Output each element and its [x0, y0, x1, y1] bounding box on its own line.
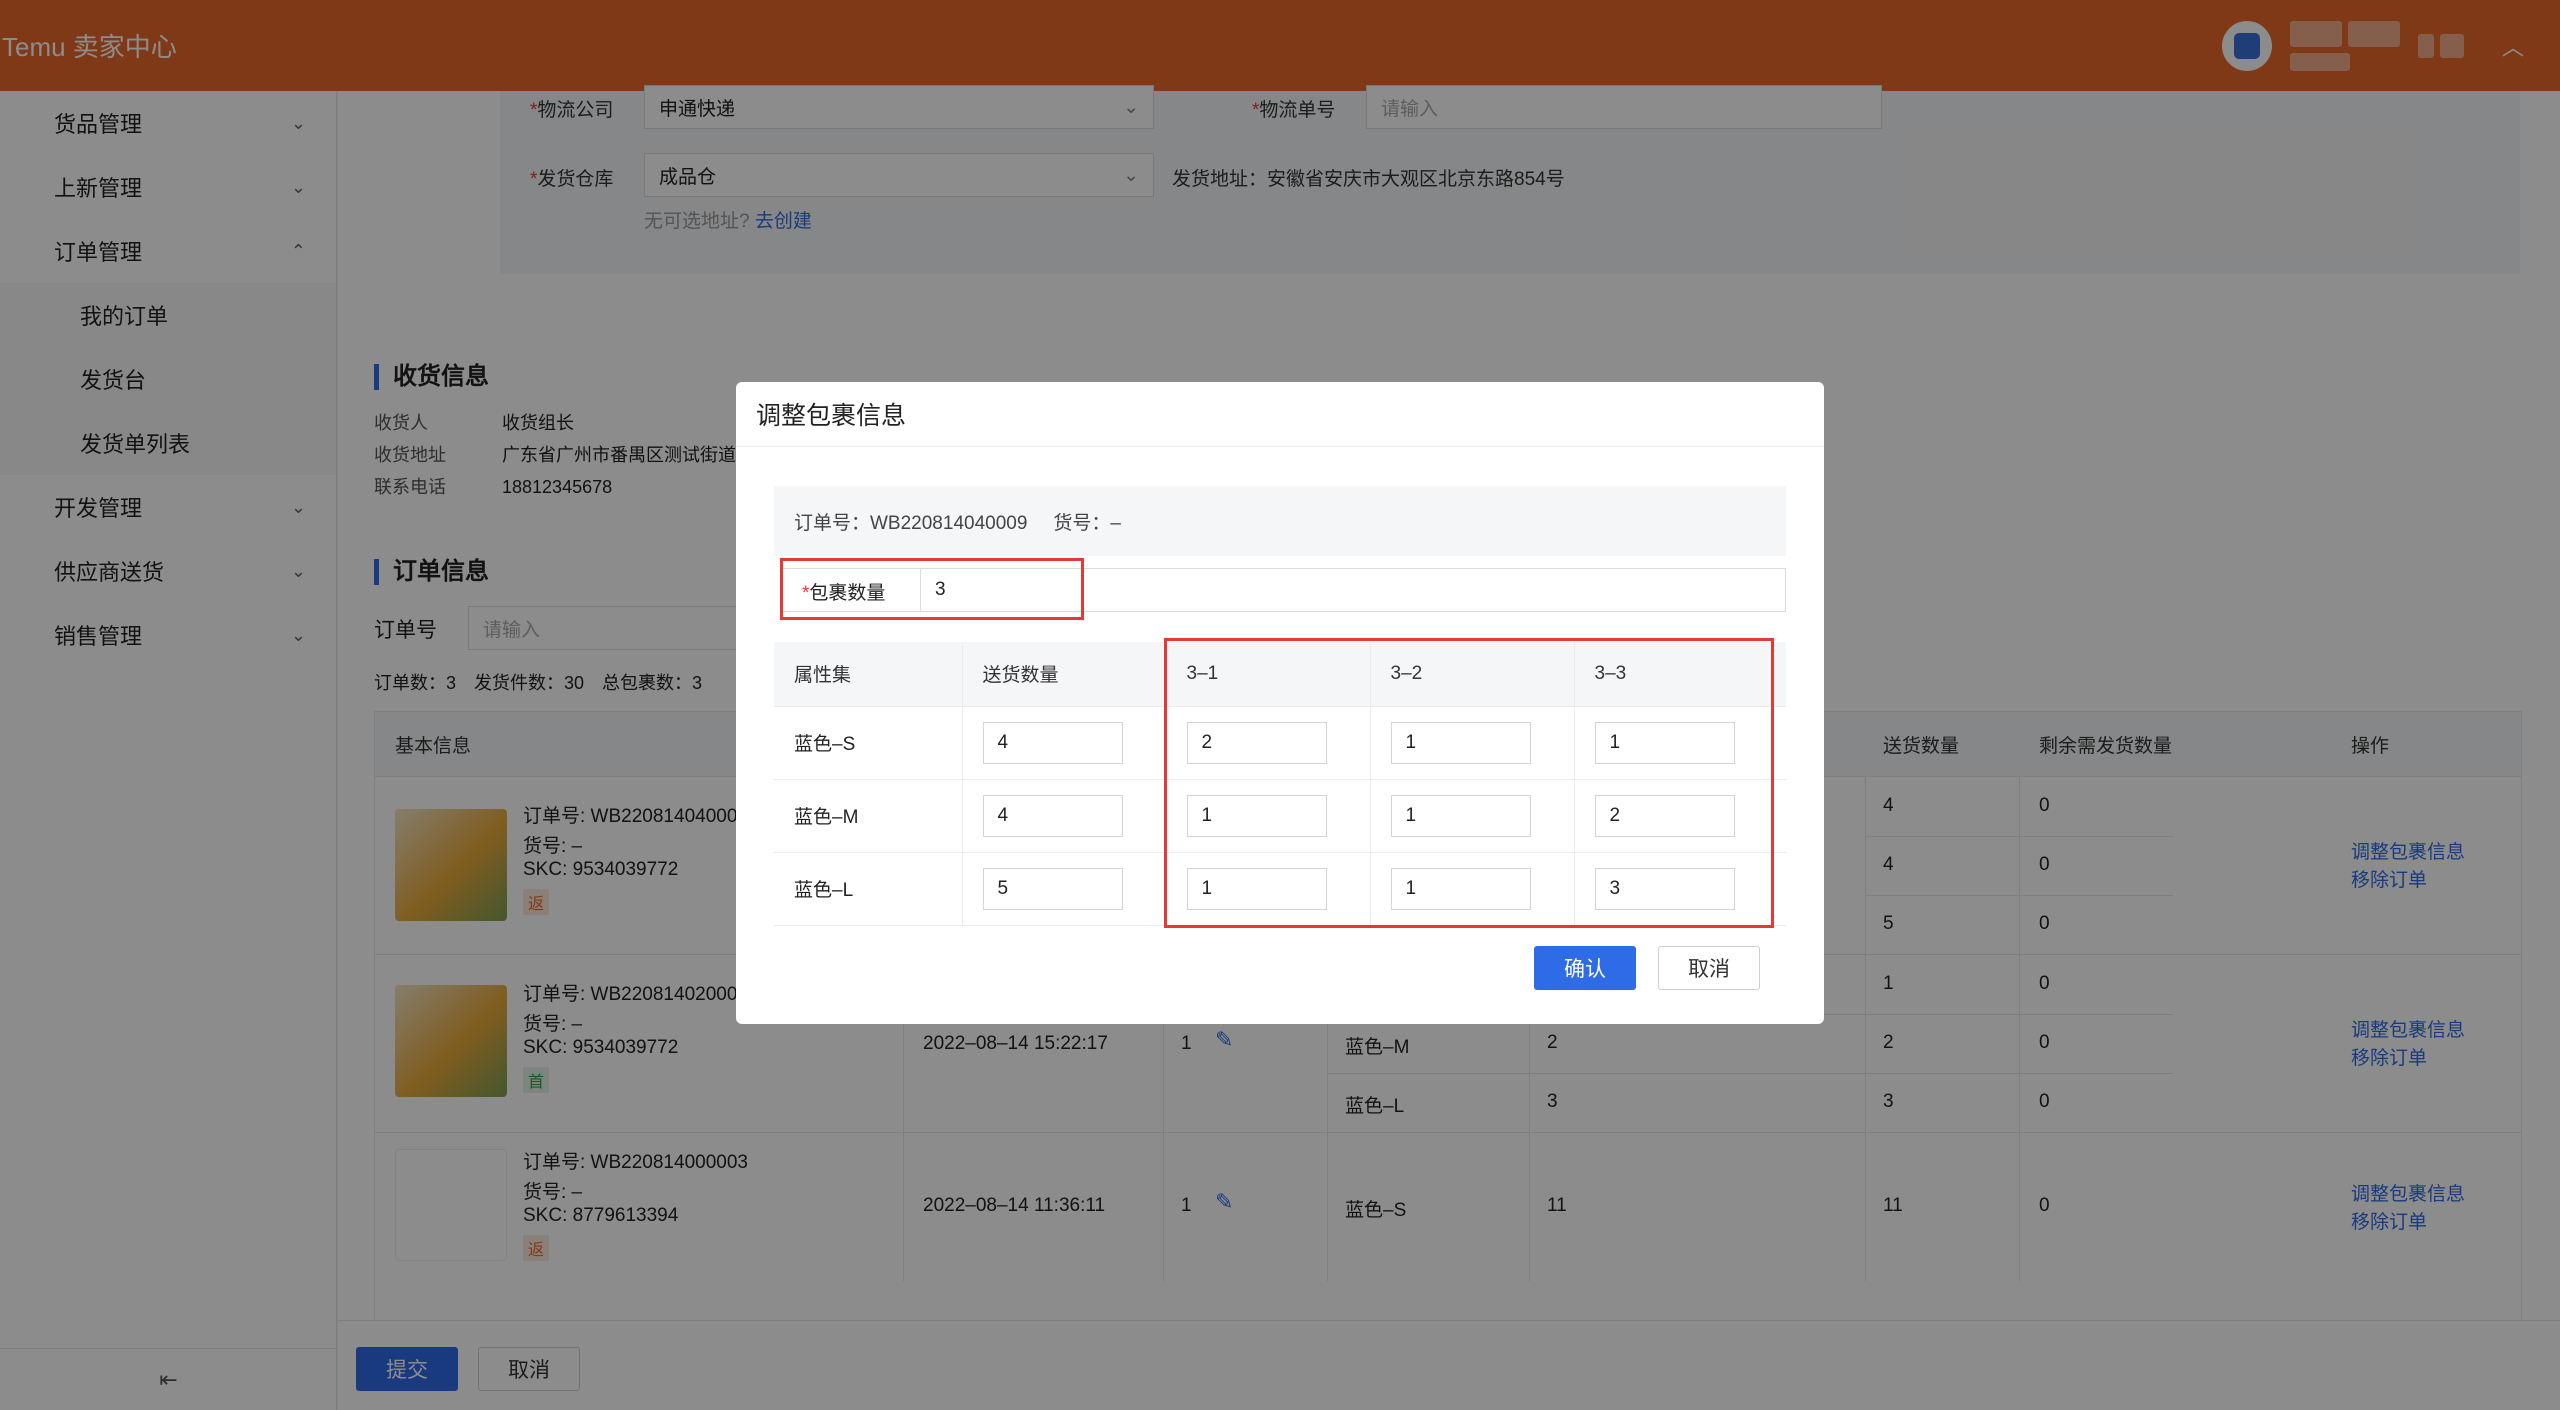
attr-value: 蓝色–M — [774, 779, 963, 853]
modal-title: 调整包裹信息 — [756, 402, 907, 430]
ship-qty-input[interactable]: 4 — [982, 794, 1123, 837]
ship-qty-input[interactable]: 4 — [982, 721, 1123, 764]
attr-value: 蓝色–S — [774, 706, 963, 780]
col-ship-qty: 送货数量 — [962, 642, 1167, 707]
confirm-button[interactable]: 确认 — [1534, 946, 1636, 990]
attr-value: 蓝色–L — [774, 852, 963, 926]
adjust-package-modal: 调整包裹信息 订单号：WB220814040009 货号：– *包裹数量 3 属… — [736, 382, 1824, 1024]
highlight-box-package-split — [1164, 638, 1774, 928]
highlight-box-package-count — [780, 558, 1084, 620]
ship-qty-input[interactable]: 5 — [982, 867, 1123, 910]
modal-cancel-button[interactable]: 取消 — [1658, 946, 1760, 990]
modal-goods-no: 货号：– — [1053, 512, 1121, 534]
modal-order-no: 订单号：WB220814040009 — [794, 512, 1028, 534]
col-attr-set: 属性集 — [774, 642, 963, 707]
modal-order-bar: 订单号：WB220814040009 货号：– — [774, 486, 1786, 556]
